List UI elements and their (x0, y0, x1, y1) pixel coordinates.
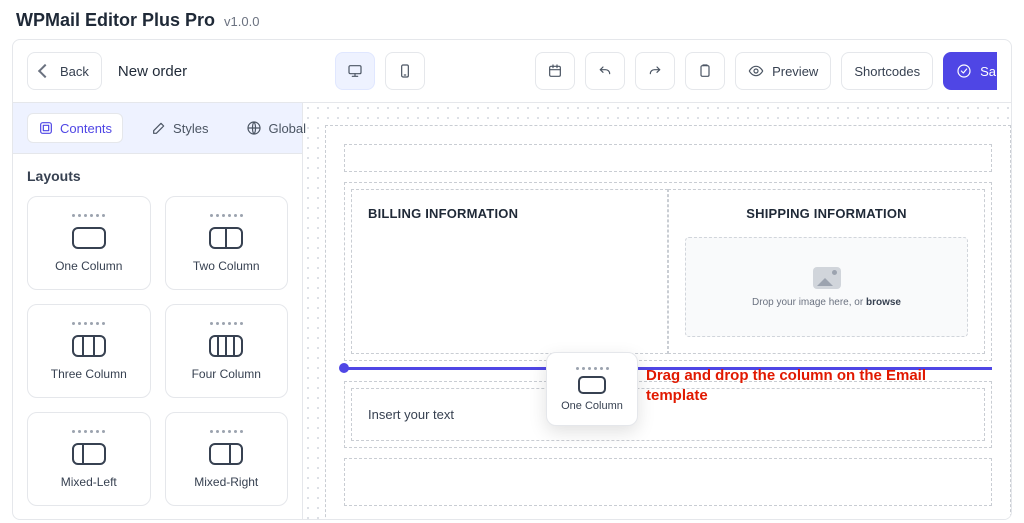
shipping-heading: SHIPPING INFORMATION (685, 206, 968, 221)
layout-one-column[interactable]: One Column (27, 196, 151, 290)
globe-icon (246, 120, 262, 136)
layouts-heading: Layouts (27, 168, 288, 184)
viewport-switch (335, 52, 425, 90)
mixed-left-icon (72, 443, 106, 465)
redo-button[interactable] (635, 52, 675, 90)
undo-icon (597, 63, 613, 79)
app-title: WPMail Editor Plus Pro v1.0.0 (0, 0, 1024, 39)
history-group (535, 52, 725, 90)
drag-handle-icon (576, 367, 609, 370)
billing-heading: BILLING INFORMATION (368, 206, 651, 221)
footer-spacer-block[interactable] (344, 458, 992, 506)
canvas[interactable]: BILLING INFORMATION SHIPPING INFORMATION… (303, 103, 1011, 519)
layout-mixed-left[interactable]: Mixed-Left (27, 412, 151, 506)
pencil-icon (151, 120, 167, 136)
tab-contents[interactable]: Contents (27, 113, 123, 143)
panel-body: Layouts One Column Two Column (13, 154, 302, 519)
undo-button[interactable] (585, 52, 625, 90)
layout-label: Three Column (51, 367, 127, 381)
layers-icon (38, 120, 54, 136)
tab-contents-label: Contents (60, 121, 112, 136)
image-drop-zone[interactable]: Drop your image here, or browse (685, 237, 968, 337)
drag-handle-icon (210, 214, 243, 217)
desktop-icon (347, 63, 363, 79)
save-button[interactable]: Sa (943, 52, 997, 90)
two-column-icon (209, 227, 243, 249)
layout-label: One Column (55, 259, 122, 273)
app-name: WPMail Editor Plus Pro (16, 10, 215, 30)
email-sheet[interactable]: BILLING INFORMATION SHIPPING INFORMATION… (325, 125, 1011, 519)
layouts-grid: One Column Two Column Three Column (27, 196, 288, 506)
desktop-view-button[interactable] (335, 52, 375, 90)
tab-styles[interactable]: Styles (141, 113, 218, 143)
chevron-left-icon (40, 64, 52, 79)
one-column-icon (578, 376, 606, 394)
drag-handle-icon (72, 214, 105, 217)
clipboard-button[interactable] (685, 52, 725, 90)
layout-three-column[interactable]: Three Column (27, 304, 151, 398)
layout-four-column[interactable]: Four Column (165, 304, 289, 398)
four-column-icon (209, 335, 243, 357)
layout-two-column[interactable]: Two Column (165, 196, 289, 290)
shortcodes-label: Shortcodes (854, 64, 920, 79)
layout-mixed-right[interactable]: Mixed-Right (165, 412, 289, 506)
layout-label: Mixed-Left (61, 475, 117, 489)
billing-column[interactable]: BILLING INFORMATION (351, 189, 668, 354)
redo-icon (647, 63, 663, 79)
image-drop-text: Drop your image here, or browse (752, 297, 901, 308)
calendar-icon (547, 63, 563, 79)
app-version: v1.0.0 (224, 14, 259, 29)
clipboard-icon (697, 63, 713, 79)
topbar: Back New order (13, 40, 1011, 103)
save-label: Sa (980, 64, 996, 79)
check-circle-icon (956, 63, 972, 79)
workspace: Contents Styles Global Layouts O (13, 103, 1011, 519)
drag-handle-icon (210, 430, 243, 433)
back-label: Back (60, 64, 89, 79)
preview-button[interactable]: Preview (735, 52, 831, 90)
panel-tabs: Contents Styles Global (13, 103, 302, 154)
editor-frame: Back New order (12, 39, 1012, 520)
text-placeholder: Insert your text (368, 407, 454, 422)
instruction-annotation: Drag and drop the column on the Email te… (646, 366, 986, 407)
mixed-right-icon (209, 443, 243, 465)
mobile-icon (397, 63, 413, 79)
one-column-icon (72, 227, 106, 249)
calendar-button[interactable] (535, 52, 575, 90)
drag-ghost: One Column (546, 352, 638, 426)
layout-label: Two Column (193, 259, 260, 273)
header-spacer-block[interactable] (344, 144, 992, 172)
layout-label: Four Column (192, 367, 261, 381)
drag-ghost-label: One Column (561, 400, 623, 412)
document-title: New order (118, 63, 187, 80)
shortcodes-button[interactable]: Shortcodes (841, 52, 933, 90)
side-panel: Contents Styles Global Layouts O (13, 103, 303, 519)
three-column-icon (72, 335, 106, 357)
mobile-view-button[interactable] (385, 52, 425, 90)
two-col-block[interactable]: BILLING INFORMATION SHIPPING INFORMATION… (344, 182, 992, 361)
tab-global-label: Global (268, 121, 306, 136)
tab-styles-label: Styles (173, 121, 208, 136)
drag-handle-icon (72, 322, 105, 325)
eye-icon (748, 63, 764, 79)
back-button[interactable]: Back (27, 52, 102, 90)
layout-label: Mixed-Right (194, 475, 258, 489)
drag-handle-icon (210, 322, 243, 325)
shipping-column[interactable]: SHIPPING INFORMATION Drop your image her… (668, 189, 985, 354)
drag-handle-icon (72, 430, 105, 433)
preview-label: Preview (772, 64, 818, 79)
image-placeholder-icon (813, 267, 841, 289)
